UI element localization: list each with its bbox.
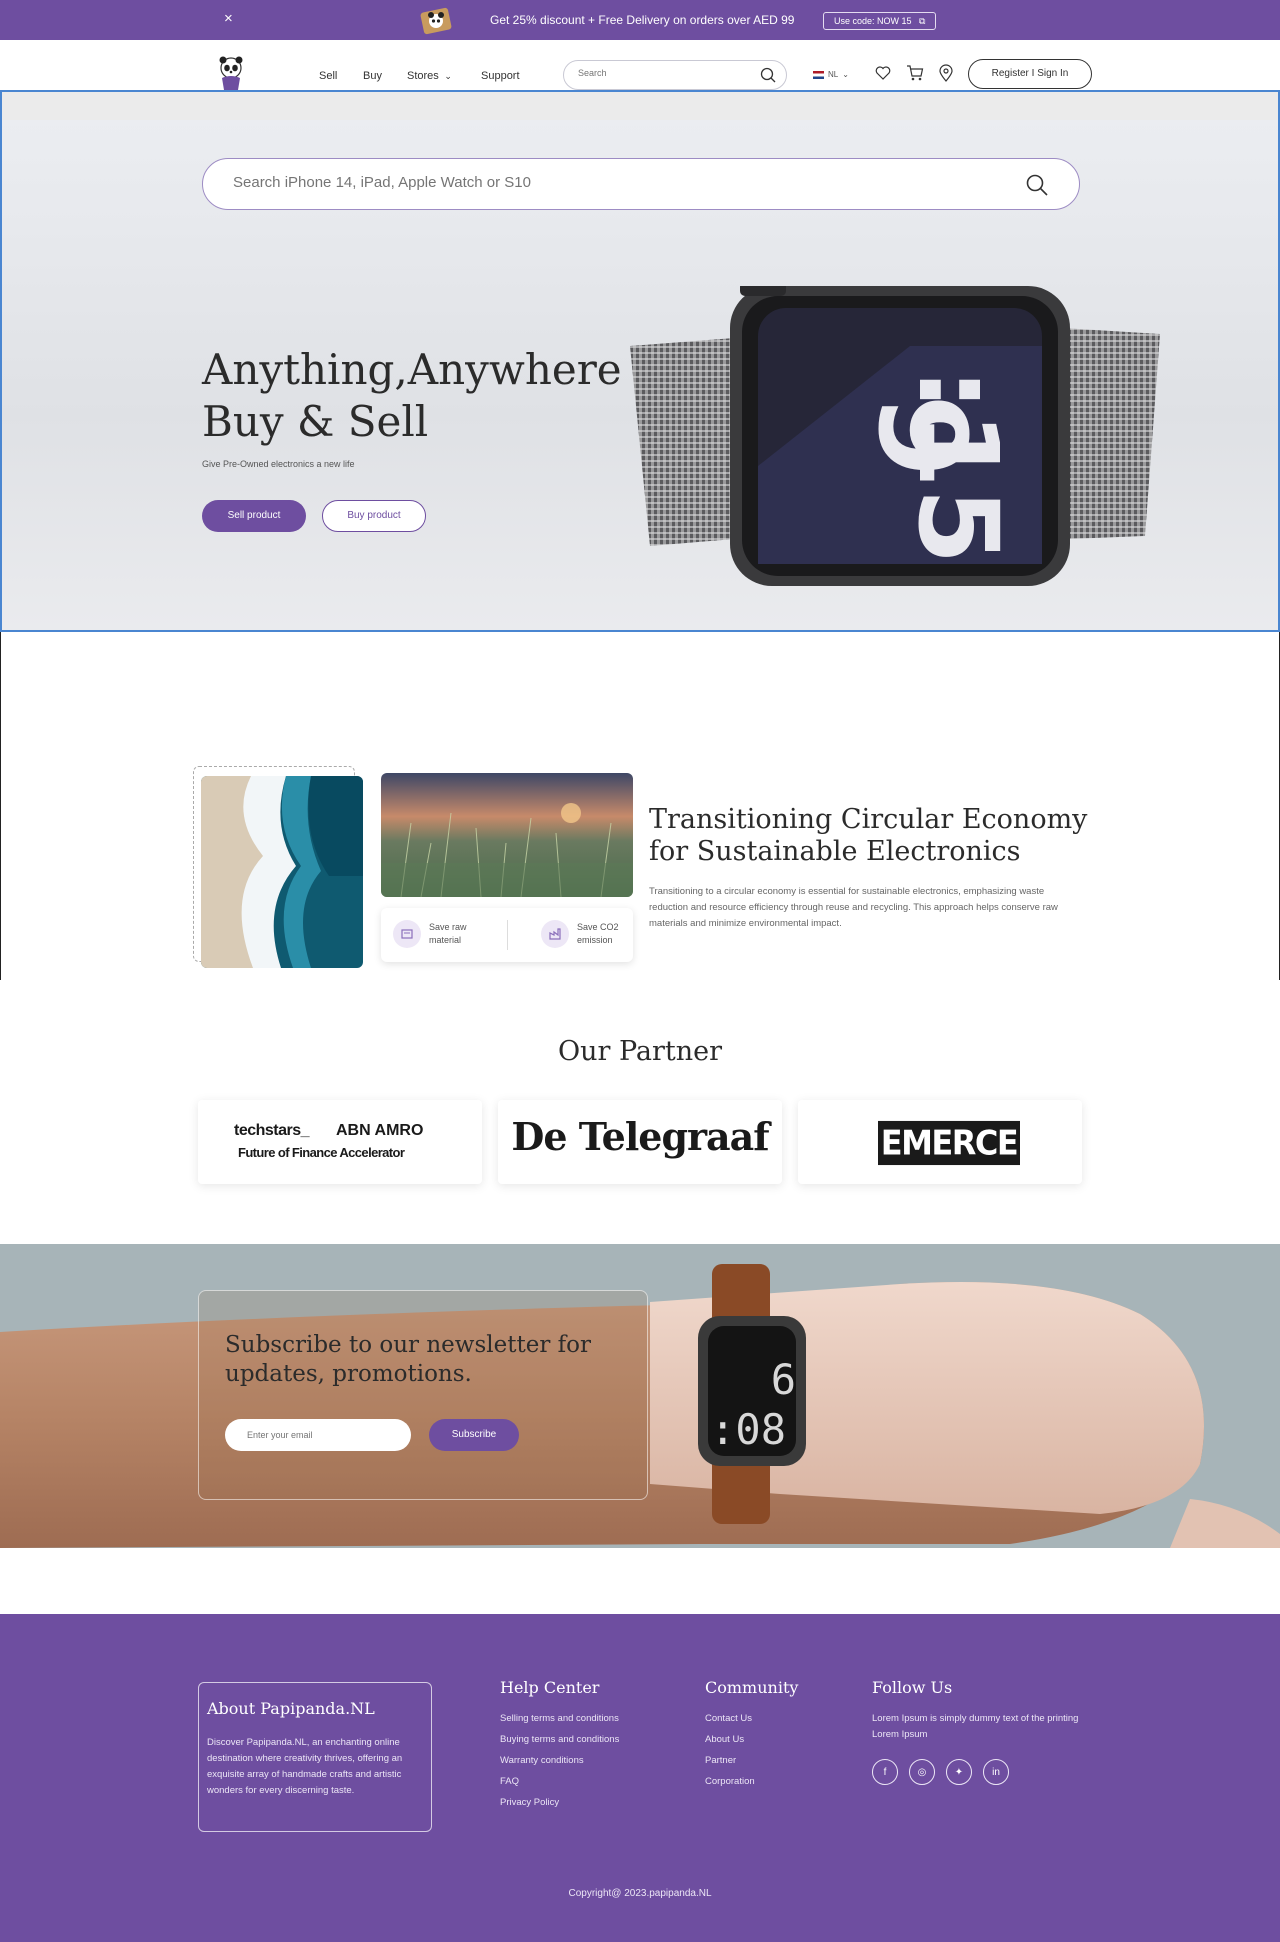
nav-sell[interactable]: Sell — [319, 70, 337, 82]
follow-title: Follow Us — [872, 1678, 953, 1697]
stat-raw-material: Save raw material — [393, 920, 477, 948]
recycle-icon — [393, 920, 421, 948]
subscribe-button[interactable]: Subscribe — [429, 1419, 519, 1451]
hero-tagline: Give Pre-Owned electronics a new life — [202, 459, 355, 469]
meadow-sunset-image — [381, 773, 633, 897]
email-field[interactable] — [225, 1419, 411, 1451]
twitter-icon[interactable]: ✦ — [946, 1759, 972, 1785]
newsletter-title: Subscribe to our newsletter for updates,… — [225, 1332, 591, 1387]
techstars-logo-text: techstars_ — [234, 1122, 310, 1139]
nav-search-input[interactable] — [578, 68, 748, 78]
facebook-icon[interactable]: f — [872, 1759, 898, 1785]
nav-support[interactable]: Support — [481, 70, 520, 82]
nav-search-box — [563, 60, 787, 90]
hero-top-strip — [2, 92, 1278, 120]
circular-title: Transitioning Circular Economy for Susta… — [649, 804, 1088, 867]
search-icon[interactable] — [1025, 173, 1049, 197]
circular-body: Transitioning to a circular economy is e… — [649, 886, 1058, 929]
hero-section: Anything,Anywhere Buy & Sell Give Pre-Ow… — [0, 90, 1280, 632]
promo-message: Get 25% discount + Free Delivery on orde… — [490, 13, 795, 27]
social-links: f ◎ ✦ in — [872, 1759, 1084, 1785]
promo-code-label: Use code: NOW 15 — [834, 16, 912, 26]
sell-product-button[interactable]: Sell product — [202, 500, 306, 532]
emerce-logo-text: EMERCE — [878, 1120, 1020, 1166]
netherlands-flag-icon — [813, 70, 824, 79]
follow-text: Lorem Ipsum is simply dummy text of the … — [872, 1713, 1079, 1740]
newsletter-section: 6 :08 Subscribe to our newsletter for up… — [0, 1244, 1280, 1548]
hero-title-line2: Buy & Sell — [202, 397, 429, 446]
nav-buy[interactable]: Buy — [363, 70, 382, 82]
register-signin-button[interactable]: Register I Sign In — [968, 59, 1092, 89]
hero-title-line1: Anything,Anywhere — [202, 345, 622, 394]
community-column: Community Contact Us About Us Partner Co… — [705, 1678, 798, 1795]
stat-divider — [507, 920, 508, 950]
nav-stores-label: Stores — [407, 70, 439, 82]
language-selector[interactable]: NL ⌄ — [813, 70, 849, 79]
community-title: Community — [705, 1678, 799, 1697]
about-text: Discover Papipanda.NL, an enchanting onl… — [207, 1737, 403, 1796]
smartwatch-image: 9 :15 — [630, 286, 1160, 586]
copy-icon: ⧉ — [914, 16, 926, 26]
stats-card: Save raw material Save CO2 emission — [381, 908, 633, 962]
promo-code-badge[interactable]: Use code: NOW 15 ⧉ — [823, 12, 937, 30]
watch-face-hour: 6 — [771, 1355, 796, 1404]
telegraaf-logo-text: De Telegraaf — [511, 1114, 769, 1159]
location-pin-icon[interactable] — [937, 64, 955, 82]
top-navigation: Sell Buy Stores ⌄ Support NL ⌄ Register … — [0, 40, 1280, 90]
partner-card-techstars[interactable]: techstars_ ABN AMRO Future of Finance Ac… — [198, 1100, 482, 1184]
footer-link-warranty[interactable]: Warranty conditions — [500, 1753, 619, 1768]
ocean-wave-image — [201, 776, 363, 968]
stat-co2-label: Save CO2 emission — [577, 922, 619, 945]
close-promo-button[interactable]: × — [224, 10, 233, 27]
footer-link-privacy[interactable]: Privacy Policy — [500, 1795, 619, 1810]
footer-link-faq[interactable]: FAQ — [500, 1774, 619, 1789]
stat-raw-material-label: Save raw material — [429, 922, 467, 945]
factory-icon — [541, 920, 569, 948]
abnamro-logo-text: ABN AMRO — [336, 1122, 424, 1139]
chevron-down-icon: ⌄ — [441, 71, 452, 81]
watch-face-minute: :08 — [710, 1405, 786, 1454]
stat-co2: Save CO2 emission — [541, 920, 625, 948]
about-box: About Papipanda.NL Discover Papipanda.NL… — [198, 1682, 432, 1832]
panda-logo[interactable] — [216, 56, 246, 92]
heart-icon[interactable] — [874, 64, 892, 82]
hero-search-box — [202, 158, 1080, 210]
footer-link-about[interactable]: About Us — [705, 1732, 798, 1747]
follow-column: Follow Us Lorem Ipsum is simply dummy te… — [872, 1678, 1084, 1785]
footer: About Papipanda.NL Discover Papipanda.NL… — [0, 1614, 1280, 1942]
partner-card-telegraaf[interactable]: De Telegraaf — [498, 1100, 782, 1184]
circular-economy-section: Save raw material Save CO2 emission Tran… — [0, 632, 1280, 980]
techstars-subtitle: Future of Finance Accelerator — [238, 1145, 405, 1160]
nav-stores[interactable]: Stores ⌄ — [407, 70, 452, 82]
search-icon[interactable] — [760, 67, 776, 83]
watch-face-minute: :15 — [894, 367, 1022, 564]
hero-title: Anything,Anywhere Buy & Sell — [202, 344, 622, 448]
panda-mascot-icon — [420, 7, 452, 35]
about-title: About Papipanda.NL — [207, 1699, 375, 1718]
linkedin-icon[interactable]: in — [983, 1759, 1009, 1785]
chevron-down-icon: ⌄ — [842, 70, 849, 79]
footer-link-corporation[interactable]: Corporation — [705, 1774, 798, 1789]
copyright: Copyright@ 2023.papipanda.NL — [568, 1888, 712, 1899]
newsletter-panel: Subscribe to our newsletter for updates,… — [198, 1290, 648, 1500]
language-label: NL — [828, 70, 839, 79]
footer-link-partner[interactable]: Partner — [705, 1753, 798, 1768]
help-center-column: Help Center Selling terms and conditions… — [500, 1678, 619, 1816]
footer-link-buying-terms[interactable]: Buying terms and conditions — [500, 1732, 619, 1747]
help-center-title: Help Center — [500, 1678, 600, 1697]
footer-link-contact[interactable]: Contact Us — [705, 1711, 798, 1726]
partner-card-emerce[interactable]: EMERCE — [798, 1100, 1082, 1184]
partners-title: Our Partner — [557, 1036, 723, 1067]
email-field-wrapper — [225, 1419, 411, 1451]
buy-product-button[interactable]: Buy product — [322, 500, 426, 532]
instagram-icon[interactable]: ◎ — [909, 1759, 935, 1785]
hero-search-input[interactable] — [233, 174, 993, 191]
promo-bar: × Get 25% discount + Free Delivery on or… — [0, 0, 1280, 40]
cart-icon[interactable] — [906, 64, 924, 82]
footer-link-selling-terms[interactable]: Selling terms and conditions — [500, 1711, 619, 1726]
